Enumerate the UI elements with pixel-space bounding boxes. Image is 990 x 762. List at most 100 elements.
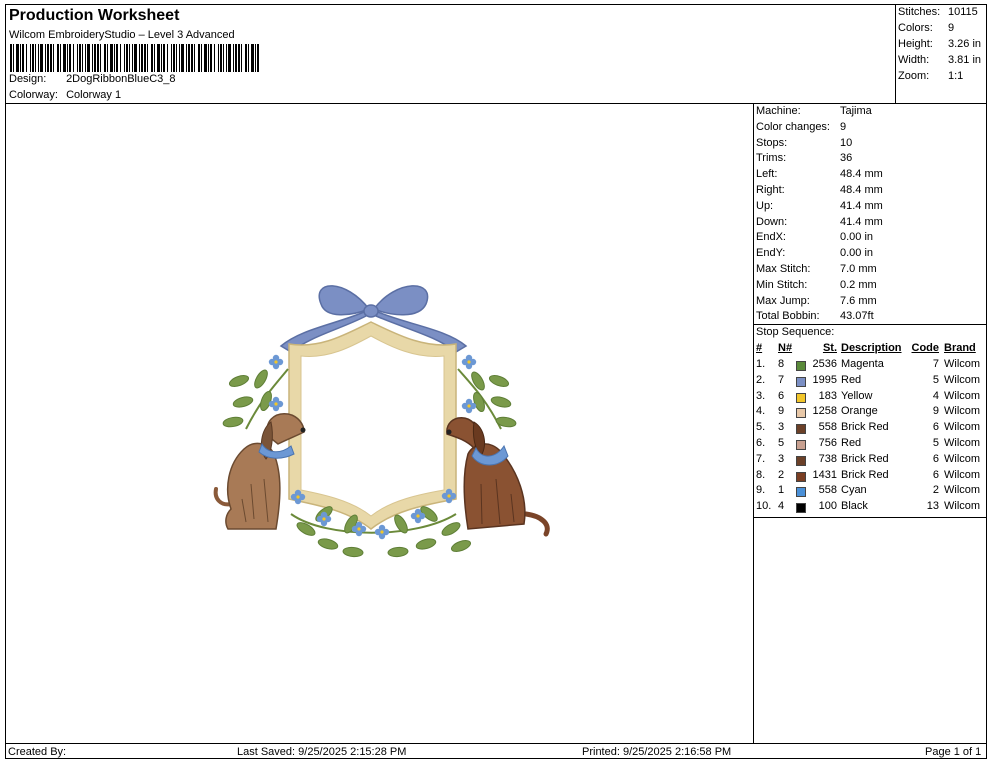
info-value: Tajima (840, 105, 872, 117)
stop-sequence-row: 9. 1 558 Cyan 2 Wilcom (754, 484, 987, 500)
color-swatch (796, 440, 806, 450)
header-description: Description (841, 342, 902, 354)
info-label: Total Bobbin: (756, 310, 820, 323)
row-num: 4. (756, 405, 766, 418)
last-saved: Last Saved: 9/25/2025 2:15:28 PM (237, 746, 407, 758)
info-label: Up: (756, 199, 774, 212)
stat-value: 10115 (948, 6, 978, 18)
stat-label: Stitches: (898, 6, 941, 18)
row-description: Brick Red (841, 421, 889, 434)
worksheet-footer: Created By: Last Saved: 9/25/2025 2:15:2… (6, 743, 987, 759)
row-needle: 6 (778, 389, 785, 402)
stop-sequence-row: 4. 9 1258 Orange 9 Wilcom (754, 405, 987, 421)
info-value: 9 (840, 120, 847, 133)
row-brand: Wilcom (944, 500, 981, 513)
row-description: Red (841, 437, 862, 449)
stat-value: 9 (948, 22, 955, 34)
info-value: 41.4 mm (840, 199, 883, 212)
section-divider (754, 517, 987, 518)
row-code: 5 (932, 437, 939, 449)
info-value: 0.00 in (840, 231, 874, 244)
stat-label: Height: (898, 38, 933, 50)
row-num: 2. (756, 373, 766, 386)
row-num: 9. (756, 484, 766, 497)
info-label: Min Stitch: (756, 278, 808, 291)
info-row: EndY: 0.00 in (756, 247, 873, 259)
row-brand: Wilcom (944, 452, 981, 465)
row-brand: Wilcom (944, 389, 981, 402)
header-needle: N# (778, 342, 793, 354)
info-row: Stops: 10 (756, 137, 852, 149)
info-value: 48.4 mm (840, 168, 883, 181)
header-code: Code (911, 342, 940, 354)
stop-sequence-row: 6. 5 756 Red 5 Wilcom (754, 437, 987, 453)
stop-sequence-row: 10. 4 100 Black 13 Wilcom (754, 500, 987, 516)
row-description: Brick Red (841, 468, 889, 481)
stop-sequence-row: 7. 3 738 Brick Red 6 Wilcom (754, 453, 987, 469)
row-code: 2 (932, 484, 939, 497)
row-num: 7. (756, 452, 766, 465)
info-value: 0.2 mm (840, 278, 877, 291)
colorway-value: Colorway 1 (66, 89, 122, 101)
color-swatch (796, 455, 806, 466)
info-label: Machine: (756, 105, 801, 117)
row-needle: 8 (778, 358, 785, 370)
colorway-label: Colorway: (9, 89, 58, 101)
stat-stitches: Stitches: 10115 (898, 6, 978, 18)
stat-zoom: Zoom: 1:1 (898, 70, 963, 82)
printed-date: Printed: 9/25/2025 2:16:58 PM (582, 746, 732, 758)
header-num: # (756, 342, 763, 354)
info-value: 48.4 mm (840, 184, 883, 196)
row-code: 5 (932, 373, 939, 386)
info-label: EndY: (756, 247, 786, 260)
row-stitches: 1995 (812, 373, 837, 386)
info-value: 36 (840, 152, 853, 165)
info-row: Up: 41.4 mm (756, 200, 883, 212)
stat-label: Zoom: (898, 70, 930, 82)
stat-label: Colors: (898, 22, 933, 34)
header-brand: Brand (944, 342, 976, 354)
color-swatch (796, 503, 806, 514)
row-brand: Wilcom (944, 421, 981, 434)
row-brand: Wilcom (944, 373, 981, 386)
row-code: 6 (932, 468, 939, 481)
row-num: 10. (756, 500, 772, 513)
color-swatch (796, 487, 806, 498)
row-num: 3. (756, 389, 766, 402)
page-number: Page 1 of 1 (925, 746, 982, 758)
row-brand: Wilcom (944, 437, 981, 449)
stats-panel: Stitches: 10115 Colors: 9 Height: 3.26 in W… (896, 5, 987, 104)
info-row: Total Bobbin: 43.07ft (756, 310, 874, 322)
stat-value: 1:1 (948, 70, 964, 82)
info-value: 41.4 mm (840, 215, 883, 228)
stop-sequence-row: 5. 3 558 Brick Red 6 Wilcom (754, 421, 987, 437)
stat-colors: Colors: 9 (898, 22, 954, 34)
row-num: 1. (756, 358, 766, 370)
row-code: 13 (926, 500, 939, 513)
info-row: Down: 41.4 mm (756, 216, 883, 228)
row-needle: 3 (778, 452, 785, 465)
row-code: 6 (932, 452, 939, 465)
info-label: Down: (756, 215, 788, 228)
stop-sequence-title: Stop Sequence: (756, 326, 835, 338)
info-label: Stops: (756, 136, 788, 149)
row-needle: 1 (778, 484, 785, 497)
info-label: Left: (756, 168, 778, 181)
row-description: Black (841, 500, 868, 513)
row-code: 9 (932, 405, 939, 418)
info-label: Max Stitch: (756, 263, 811, 275)
stop-sequence-row: 2. 7 1995 Red 5 Wilcom (754, 374, 987, 390)
row-stitches: 756 (818, 437, 837, 449)
row-needle: 4 (778, 500, 785, 513)
row-code: 6 (932, 421, 939, 434)
embroidery-design-image (213, 285, 550, 558)
info-row: Min Stitch: 0.2 mm (756, 279, 877, 291)
row-needle: 9 (778, 405, 785, 418)
row-brand: Wilcom (944, 468, 981, 481)
row-brand: Wilcom (944, 405, 981, 418)
row-stitches: 558 (818, 421, 837, 434)
info-row: Right: 48.4 mm (756, 184, 883, 196)
row-stitches: 2536 (812, 358, 837, 370)
info-value: 7.6 mm (840, 294, 877, 307)
row-description: Brick Red (841, 452, 889, 465)
